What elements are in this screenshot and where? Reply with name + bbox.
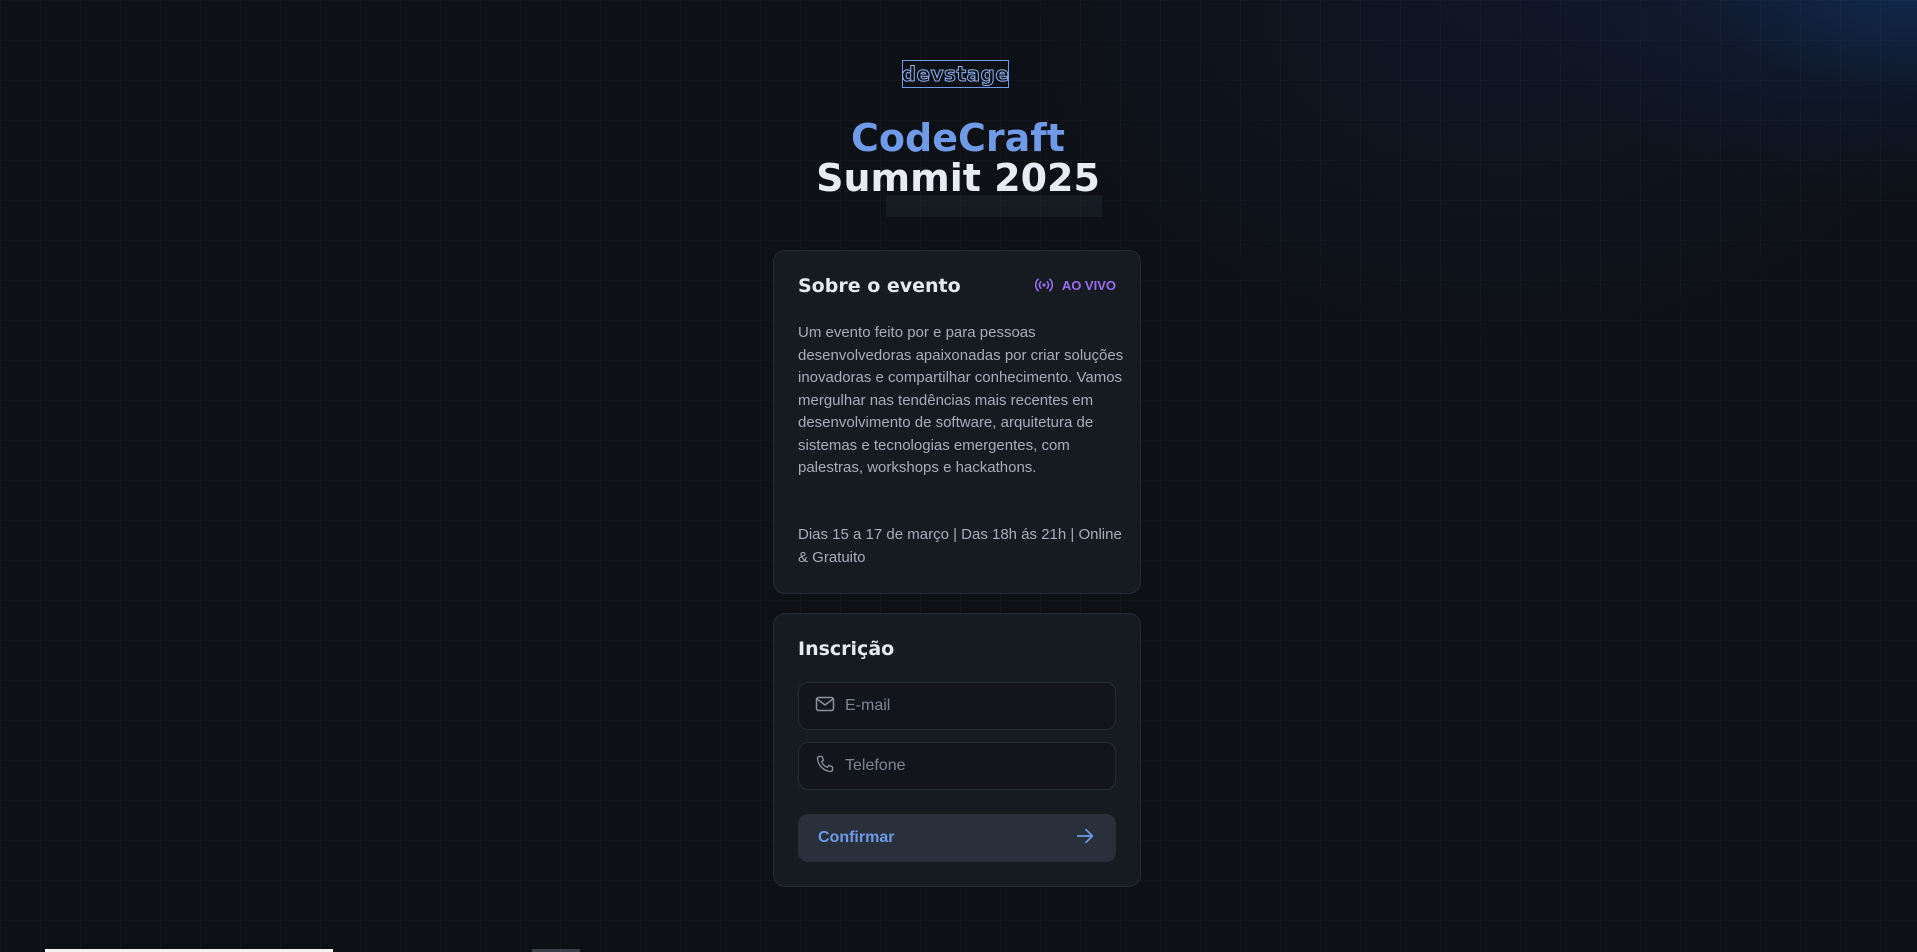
devstage-logo[interactable]: devstage (901, 60, 1009, 88)
signup-title: Inscrição (798, 638, 895, 660)
about-description: Um evento feito por e para pessoas desen… (798, 324, 1124, 476)
confirm-button[interactable]: Confirmar (798, 814, 1116, 862)
event-title-line1: CodeCraft (851, 116, 1065, 160)
decorative-strip (886, 195, 1102, 217)
event-title: CodeCraft Summit 2025 (758, 118, 1158, 198)
radio-broadcast-icon (1034, 277, 1054, 293)
phone-field[interactable] (798, 742, 1116, 790)
confirm-button-label: Confirmar (818, 829, 895, 846)
event-title-line2: Summit 2025 (816, 156, 1100, 200)
arrow-right-icon (1074, 825, 1096, 852)
phone-icon (815, 754, 835, 779)
phone-input[interactable] (845, 757, 1095, 775)
about-title: Sobre o evento (798, 275, 961, 297)
live-badge: AO VIVO (1034, 277, 1116, 293)
about-card: Sobre o evento AO VIVO Um evento feito p… (773, 250, 1141, 594)
mail-icon (815, 696, 835, 717)
signup-card: Inscrição Confirmar (773, 613, 1141, 887)
email-field[interactable] (798, 682, 1116, 730)
live-badge-label: AO VIVO (1061, 277, 1116, 293)
event-schedule: Dias 15 a 17 de março | Das 18h ás 21h |… (798, 526, 1122, 566)
email-input[interactable] (845, 697, 1095, 715)
